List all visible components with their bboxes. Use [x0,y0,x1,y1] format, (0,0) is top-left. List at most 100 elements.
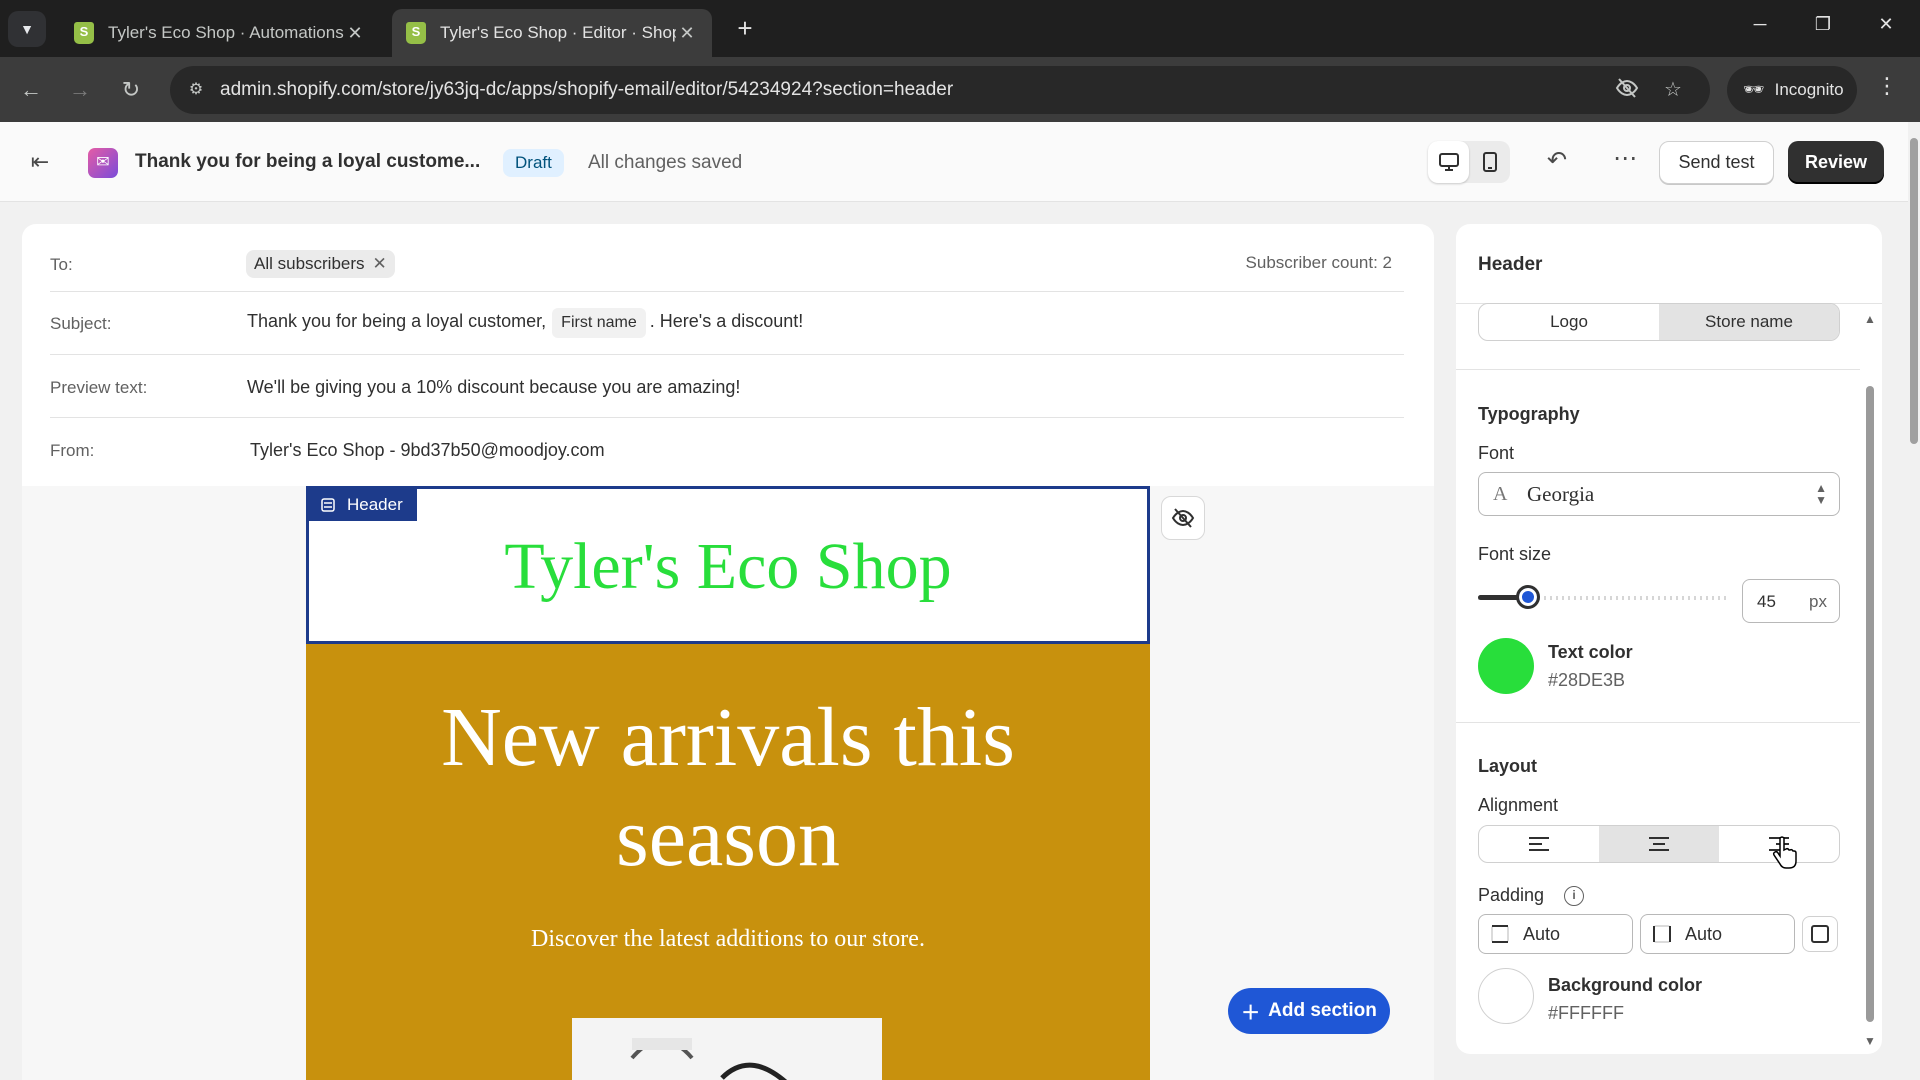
background-color-swatch[interactable] [1478,968,1534,1024]
padding-sides-icon [1811,925,1829,943]
review-button[interactable]: Review [1788,141,1884,184]
padding-vertical-input[interactable]: Auto [1478,914,1633,954]
browser-menu-icon[interactable]: ⋮ [1872,73,1902,99]
restore-icon[interactable]: ❐ [1803,14,1843,35]
preview-text-label: Preview text: [50,378,148,397]
alignment-label: Alignment [1478,795,1559,815]
recipient-chip[interactable]: All subscribers ✕ [246,250,395,278]
reload-icon[interactable]: ↻ [114,73,148,107]
layout-heading: Layout [1478,756,1538,776]
font-value: Georgia [1527,481,1595,506]
header-type-toggle: Logo Store name [1478,303,1840,341]
font-size-value: 45 [1757,592,1776,611]
browser-tab-editor[interactable]: Tyler's Eco Shop · Editor · Shopify ✕ [392,9,712,57]
new-tab-button[interactable]: + [730,14,760,44]
undo-icon[interactable]: ↶ [1540,144,1574,178]
store-name-heading[interactable]: Tyler's Eco Shop [309,529,1147,605]
more-actions-icon[interactable]: ⋯ [1608,142,1642,176]
desktop-view-button[interactable] [1428,141,1469,183]
tracking-eye-off-icon[interactable] [1613,76,1641,104]
info-icon[interactable]: i [1564,886,1584,906]
address-bar[interactable]: ⚙ admin.shopify.com/store/jy63jq-dc/apps… [170,66,1710,114]
padding-horizontal-input[interactable]: Auto [1640,914,1795,954]
preview-text-value[interactable]: We'll be giving you a 10% discount becau… [247,377,740,398]
email-header-section[interactable]: Header Tyler's Eco Shop [306,486,1150,644]
incognito-label: Incognito [1774,80,1844,99]
incognito-indicator[interactable]: 🕶 Incognito [1727,66,1857,114]
minimize-icon[interactable]: ─ [1740,14,1780,35]
window-close-icon[interactable]: ✕ [1866,14,1906,35]
subject-row[interactable]: Subject: Thank you for being a loyal cus… [50,292,1404,355]
align-center-button[interactable] [1599,826,1719,862]
recipient-chip-label: All subscribers [254,254,365,273]
panel-scrollbar-thumb[interactable] [1866,386,1874,1022]
hide-section-button[interactable] [1161,496,1205,540]
remove-chip-icon[interactable]: ✕ [373,254,387,273]
text-color-hex[interactable]: #28DE3B [1548,670,1625,691]
background-color-hex[interactable]: #FFFFFF [1548,1003,1624,1024]
shopify-favicon-icon [74,22,94,44]
subscriber-count: Subscriber count: 2 [1245,253,1392,272]
first-name-token[interactable]: First name [552,308,646,338]
font-label: Font [1478,443,1515,463]
font-icon: A [1493,482,1508,505]
hero-subtitle[interactable]: Discover the latest additions to our sto… [306,926,1150,953]
from-row[interactable]: From: Tyler's Eco Shop - 9bd37b50@moodjo… [50,418,1404,486]
header-type-logo[interactable]: Logo [1479,304,1659,340]
site-info-icon[interactable]: ⚙ [184,78,208,102]
close-icon[interactable]: ✕ [676,23,698,44]
header-type-store-name[interactable]: Store name [1659,304,1839,340]
hero-section[interactable]: New arrivals this season Discover the la… [306,644,1150,1080]
tab-title: Tyler's Eco Shop · Editor · Shopify [440,23,676,42]
header-settings-panel: Header Logo Store name Typography Font A… [1456,224,1882,1054]
hero-title[interactable]: New arrivals this season [336,688,1120,888]
tab-search-button[interactable]: ▼ [8,11,46,47]
mobile-view-button[interactable] [1469,141,1510,183]
text-color-label: Text color [1548,642,1633,662]
editor-topbar: ⇤ ✉ Thank you for being a loyal custome.… [0,122,1908,202]
preview-device-toggle [1428,141,1510,183]
status-badge: Draft [503,149,564,177]
close-icon[interactable]: ✕ [344,23,366,44]
bookmark-star-icon[interactable]: ☆ [1659,76,1687,104]
back-arrow-icon[interactable]: ← [14,73,48,107]
email-title[interactable]: Thank you for being a loyal custome... [135,151,480,173]
from-value[interactable]: Tyler's Eco Shop - 9bd37b50@moodjoy.com [250,440,605,461]
font-size-input[interactable]: 45 px [1742,579,1840,623]
padding-vertical-value: Auto [1523,923,1561,944]
send-test-button[interactable]: Send test [1659,141,1774,184]
mobile-icon [1482,152,1497,172]
font-size-slider-thumb[interactable] [1516,585,1540,609]
section-icon [321,498,335,512]
shopify-favicon-icon [406,22,426,44]
scroll-up-icon[interactable]: ▲ [1864,312,1876,326]
from-label: From: [50,441,95,460]
text-color-swatch[interactable] [1478,638,1534,694]
browser-tab-automations[interactable]: Tyler's Eco Shop · Automations ✕ [60,9,380,57]
typography-heading: Typography [1478,404,1580,424]
align-left-button[interactable] [1479,826,1599,862]
hero-product-image[interactable] [572,1018,882,1080]
tab-title: Tyler's Eco Shop · Automations [108,23,344,42]
preview-text-row[interactable]: Preview text: We'll be giving you a 10% … [50,355,1404,418]
recipient-chip-wrap: All subscribers ✕ [246,250,395,278]
padding-horizontal-icon [1653,925,1671,943]
subject-value[interactable]: Thank you for being a loyal customer, Fir… [247,308,803,338]
exit-editor-icon[interactable]: ⇤ [24,146,56,178]
forward-arrow-icon[interactable]: → [63,73,97,107]
tote-bag-illustration [630,1038,788,1080]
font-select[interactable]: A Georgia ▲ ▼ [1478,472,1840,516]
page-scrollbar[interactable] [1908,122,1920,1080]
scroll-down-icon[interactable]: ▼ [1864,1034,1876,1048]
url-text[interactable]: admin.shopify.com/store/jy63jq-dc/apps/s… [220,79,953,101]
page-scrollbar-thumb[interactable] [1910,138,1918,444]
email-canvas: Header Tyler's Eco Shop New arrivals thi… [22,486,1434,1080]
font-size-unit: px [1809,592,1827,611]
select-caret-icon: ▲ ▼ [1815,481,1827,507]
padding-label: Padding [1478,885,1545,905]
recipients-row[interactable]: To: All subscribers ✕ Subscriber count: 2 [50,224,1404,292]
add-section-button[interactable]: ＋ Add section [1228,988,1390,1034]
padding-individual-sides-button[interactable] [1802,916,1838,952]
incognito-icon: 🕶 [1743,80,1765,99]
subject-prefix: Thank you for being a loyal customer, [247,311,547,331]
